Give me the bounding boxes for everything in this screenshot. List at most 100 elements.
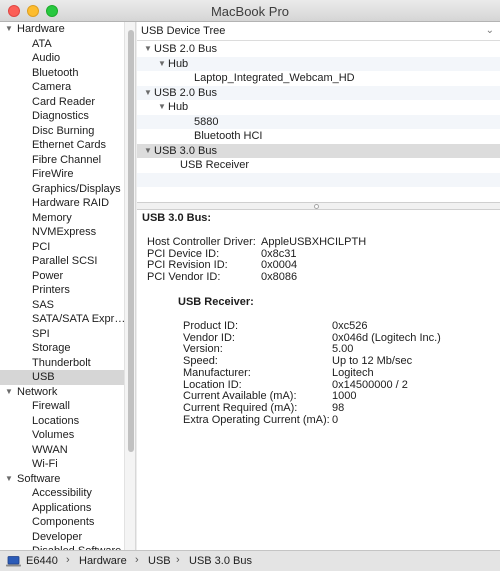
sidebar-item-thunderbolt[interactable]: Thunderbolt bbox=[0, 356, 124, 371]
sidebar-item-label: SATA/SATA Expr… bbox=[32, 313, 124, 325]
sidebar-item-label: Wi-Fi bbox=[32, 458, 58, 470]
device-title: USB Receiver: bbox=[178, 296, 254, 308]
bus-prop-value: 0x8086 bbox=[261, 271, 298, 284]
disclosure-triangle-icon[interactable]: ▼ bbox=[144, 42, 152, 57]
sidebar-category-network[interactable]: ▼ Network bbox=[0, 385, 124, 400]
sidebar-item-label: Developer bbox=[32, 530, 83, 543]
disclosure-triangle-icon[interactable]: ▼ bbox=[5, 472, 13, 487]
device-prop-key: Current Required (mA): bbox=[183, 401, 298, 414]
path-item-usb-3-0-bus[interactable]: USB 3.0 Bus bbox=[189, 555, 252, 567]
disclosure-triangle-icon[interactable]: ▼ bbox=[144, 86, 152, 101]
device-prop-value: 98 bbox=[332, 401, 345, 414]
device-prop-value: Logitech bbox=[332, 366, 374, 379]
sidebar-item-developer[interactable]: Developer bbox=[0, 530, 124, 545]
tree-row[interactable]: ▼ Hub bbox=[137, 56, 500, 72]
path-bar: E6440 › Hardware › USB › USB 3.0 Bus bbox=[0, 550, 500, 571]
disclosure-triangle-icon[interactable]: ▼ bbox=[5, 385, 13, 400]
sidebar-item-wi-fi[interactable]: Wi-Fi bbox=[0, 457, 124, 472]
sidebar-item-fibre-channel[interactable]: Fibre Channel bbox=[0, 153, 124, 168]
sidebar-item-printers[interactable]: Printers bbox=[0, 283, 124, 298]
sidebar-item-label: FireWire bbox=[32, 168, 74, 180]
sidebar-item-label: Ethernet Cards bbox=[32, 139, 106, 151]
window-title: MacBook Pro bbox=[210, 4, 290, 19]
splitter-handle-icon[interactable] bbox=[314, 204, 319, 209]
sidebar-item-hardware-raid[interactable]: Hardware RAID bbox=[0, 196, 124, 211]
sidebar-item-usb[interactable]: USB bbox=[0, 370, 124, 385]
laptop-icon bbox=[6, 556, 21, 567]
sidebar-category-label: Hardware bbox=[17, 23, 65, 35]
sidebar-item-label: Storage bbox=[32, 342, 71, 354]
sidebar-item-card-reader[interactable]: Card Reader bbox=[0, 95, 124, 110]
sidebar-item-label: Diagnostics bbox=[32, 110, 89, 122]
sidebar-item-applications[interactable]: Applications bbox=[0, 501, 124, 516]
tree-row-label: Bluetooth HCI bbox=[194, 130, 263, 142]
sidebar-item-locations[interactable]: Locations bbox=[0, 414, 124, 429]
disclosure-triangle-icon[interactable]: ▼ bbox=[158, 57, 166, 72]
disclosure-triangle-icon[interactable]: ▼ bbox=[144, 144, 152, 159]
tree-row[interactable]: Bluetooth HCI bbox=[137, 129, 500, 144]
device-prop-key: Extra Operating Current (mA): bbox=[183, 413, 330, 426]
sidebar-item-sas[interactable]: SAS bbox=[0, 298, 124, 313]
path-item-e6440[interactable]: E6440 bbox=[26, 555, 58, 567]
tree-empty-row bbox=[137, 172, 500, 187]
tree-header-label: USB Device Tree bbox=[141, 25, 226, 37]
sidebar-item-label: Printers bbox=[32, 284, 70, 296]
tree-header[interactable]: USB Device Tree ⌄ bbox=[137, 22, 500, 41]
sidebar-item-power[interactable]: Power bbox=[0, 269, 124, 284]
tree-row[interactable]: USB Receiver bbox=[137, 158, 500, 173]
sidebar-item-audio[interactable]: Audio bbox=[0, 51, 124, 66]
sidebar-category-label: Network bbox=[17, 385, 58, 398]
sidebar-item-graphics-displays[interactable]: Graphics/Displays bbox=[0, 182, 124, 197]
sidebar-scrollbar[interactable] bbox=[124, 22, 136, 550]
sidebar-item-firewire[interactable]: FireWire bbox=[0, 167, 124, 182]
sidebar-item-sata-sata-expr[interactable]: SATA/SATA Expr… bbox=[0, 312, 124, 327]
sidebar-item-ethernet-cards[interactable]: Ethernet Cards bbox=[0, 138, 124, 153]
tree-row[interactable]: ▼ USB 2.0 Bus bbox=[137, 42, 500, 57]
tree-row[interactable]: ▼ Hub bbox=[137, 100, 500, 115]
sidebar-item-label: ATA bbox=[32, 37, 52, 50]
tree-row[interactable]: ▼ USB 2.0 Bus bbox=[137, 85, 500, 101]
disclosure-triangle-icon[interactable]: ▼ bbox=[158, 100, 166, 115]
chevron-down-icon[interactable]: ⌄ bbox=[486, 25, 494, 36]
sidebar-item-label: Hardware RAID bbox=[32, 197, 110, 209]
sidebar-item-label: Camera bbox=[32, 81, 72, 93]
sidebar-item-memory[interactable]: Memory bbox=[0, 211, 124, 226]
tree-row[interactable]: 5880 bbox=[137, 114, 500, 129]
sidebar-scrollbar-thumb[interactable] bbox=[128, 30, 134, 452]
sidebar-item-label: WWAN bbox=[32, 443, 68, 456]
sidebar-item-volumes[interactable]: Volumes bbox=[0, 428, 124, 443]
sidebar-item-wwan[interactable]: WWAN bbox=[0, 443, 124, 458]
sidebar-item-nvmexpress[interactable]: NVMExpress bbox=[0, 225, 124, 240]
sidebar-item-label: NVMExpress bbox=[32, 226, 97, 238]
bus-prop-key: PCI Vendor ID: bbox=[147, 271, 221, 284]
sidebar-category-hardware[interactable]: ▼ Hardware bbox=[0, 22, 124, 37]
sidebar-item-storage[interactable]: Storage bbox=[0, 341, 124, 356]
sidebar-item-label: Locations bbox=[32, 414, 80, 427]
path-item-usb[interactable]: USB bbox=[148, 555, 171, 567]
sidebar-item-spi[interactable]: SPI bbox=[0, 327, 124, 342]
sidebar-item-label: Card Reader bbox=[32, 95, 95, 108]
sidebar-item-camera[interactable]: Camera bbox=[0, 80, 124, 95]
pane-splitter[interactable] bbox=[137, 202, 500, 210]
sidebar-category-software[interactable]: ▼ Software bbox=[0, 472, 124, 487]
tree-row[interactable]: Laptop_Integrated_Webcam_HD bbox=[137, 71, 500, 86]
sidebar-item-label: Applications bbox=[32, 501, 92, 514]
disclosure-triangle-icon[interactable]: ▼ bbox=[5, 22, 13, 37]
sidebar-item-label: SPI bbox=[32, 327, 50, 340]
path-separator-icon: › bbox=[176, 554, 180, 566]
sidebar-item-disc-burning[interactable]: Disc Burning bbox=[0, 124, 124, 139]
sidebar-item-accessibility[interactable]: Accessibility bbox=[0, 486, 124, 501]
sidebar-item-diagnostics[interactable]: Diagnostics bbox=[0, 109, 124, 124]
sidebar-item-pci[interactable]: PCI bbox=[0, 240, 124, 255]
sidebar-item-ata[interactable]: ATA bbox=[0, 37, 124, 52]
sidebar-item-bluetooth[interactable]: Bluetooth bbox=[0, 66, 124, 81]
sidebar-item-parallel-scsi[interactable]: Parallel SCSI bbox=[0, 254, 124, 269]
path-item-hardware[interactable]: Hardware bbox=[79, 555, 127, 567]
bus-prop-value: AppleUSBXHCILPTH bbox=[261, 236, 367, 248]
detail-pane: USB 3.0 Bus: USB Receiver: Host Controll… bbox=[137, 210, 500, 550]
tree-row[interactable]: ▼ USB 3.0 Bus bbox=[137, 143, 500, 159]
sidebar-item-label: Bluetooth bbox=[32, 66, 79, 79]
sidebar-item-firewall[interactable]: Firewall bbox=[0, 399, 124, 414]
bus-prop-key: Host Controller Driver: bbox=[147, 236, 256, 248]
sidebar-item-components[interactable]: Components bbox=[0, 515, 124, 530]
